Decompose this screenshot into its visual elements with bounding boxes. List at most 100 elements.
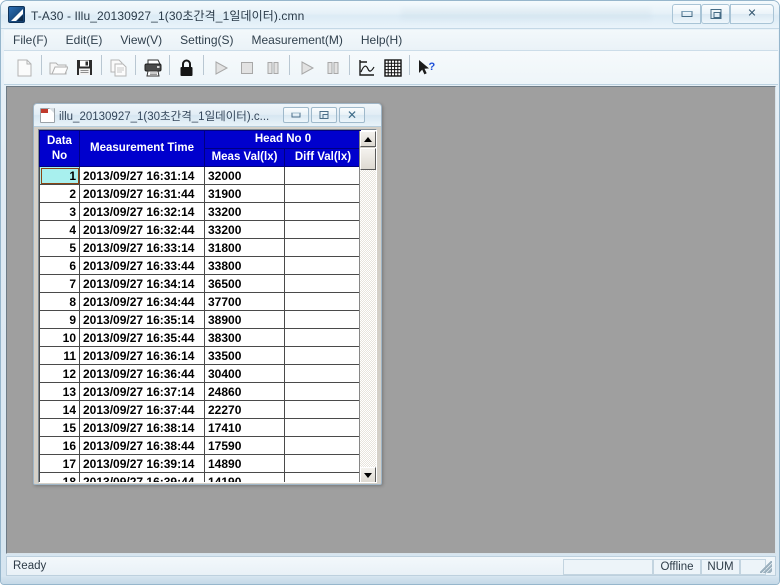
cell-diff-val[interactable]: [284, 310, 361, 329]
menu-item-file[interactable]: File(F): [4, 31, 57, 49]
cell-meas-val[interactable]: 17590: [204, 436, 285, 455]
cell-measurement-time[interactable]: 2013/09/27 16:39:14: [79, 454, 205, 473]
cell-measurement-time[interactable]: 2013/09/27 16:36:14: [79, 346, 205, 365]
cell-diff-val[interactable]: [284, 400, 361, 419]
cell-diff-val[interactable]: [284, 382, 361, 401]
child-close-button[interactable]: ✕: [339, 107, 365, 123]
cell-meas-val[interactable]: 14190: [204, 472, 285, 482]
cell-meas-val[interactable]: 31800: [204, 238, 285, 257]
child-maximize-button[interactable]: [311, 107, 337, 123]
cell-measurement-time[interactable]: 2013/09/27 16:33:44: [79, 256, 205, 275]
toolbar-start-button[interactable]: [208, 55, 233, 80]
grid-vertical-scrollbar[interactable]: [359, 131, 376, 482]
cell-measurement-time[interactable]: 2013/09/27 16:34:44: [79, 292, 205, 311]
cell-meas-val[interactable]: 24860: [204, 382, 285, 401]
menu-item-setting[interactable]: Setting(S): [171, 31, 242, 49]
app-icon[interactable]: [8, 6, 25, 23]
cell-diff-val[interactable]: [284, 292, 361, 311]
cell-meas-val[interactable]: 33200: [204, 220, 285, 239]
cell-data-no[interactable]: 3: [39, 202, 80, 221]
table-row[interactable]: 15 2013/09/27 16:38:14 17410: [39, 418, 361, 437]
cell-meas-val[interactable]: 22270: [204, 400, 285, 419]
cell-diff-val[interactable]: [284, 256, 361, 275]
toolbar-print-button[interactable]: [140, 55, 165, 80]
table-row[interactable]: 13 2013/09/27 16:37:14 24860: [39, 382, 361, 401]
cell-data-no[interactable]: 6: [39, 256, 80, 275]
cell-diff-val[interactable]: [284, 346, 361, 365]
cell-data-no[interactable]: 11: [39, 346, 80, 365]
cell-measurement-time[interactable]: 2013/09/27 16:32:14: [79, 202, 205, 221]
toolbar-pause-button[interactable]: [260, 55, 285, 80]
toolbar-table-button[interactable]: [380, 55, 405, 80]
toolbar-graph-button[interactable]: [354, 55, 379, 80]
window-close-button[interactable]: ✕: [730, 4, 774, 24]
toolbar-stop-button[interactable]: [234, 55, 259, 80]
cell-measurement-time[interactable]: 2013/09/27 16:34:14: [79, 274, 205, 293]
toolbar-help-button[interactable]: ?: [414, 55, 439, 80]
cell-meas-val[interactable]: 38300: [204, 328, 285, 347]
toolbar-save-button[interactable]: [72, 55, 97, 80]
scroll-up-button[interactable]: [360, 131, 376, 147]
cell-data-no[interactable]: 17: [39, 454, 80, 473]
table-row[interactable]: 11 2013/09/27 16:36:14 33500: [39, 346, 361, 365]
cell-data-no[interactable]: 8: [39, 292, 80, 311]
cell-data-no[interactable]: 13: [39, 382, 80, 401]
column-header-diff-val[interactable]: Diff Val(lx): [284, 148, 361, 167]
toolbar-hold-button[interactable]: [320, 55, 345, 80]
cell-meas-val[interactable]: 36500: [204, 274, 285, 293]
column-header-measurement-time[interactable]: Measurement Time: [79, 130, 205, 167]
cell-measurement-time[interactable]: 2013/09/27 16:38:14: [79, 418, 205, 437]
cell-meas-val[interactable]: 38900: [204, 310, 285, 329]
scroll-down-button[interactable]: [360, 467, 376, 482]
cell-data-no[interactable]: 16: [39, 436, 80, 455]
cell-meas-val[interactable]: 30400: [204, 364, 285, 383]
column-header-head-group[interactable]: Head No 0: [204, 130, 361, 149]
cell-meas-val[interactable]: 33500: [204, 346, 285, 365]
cell-diff-val[interactable]: [284, 184, 361, 203]
table-row[interactable]: 10 2013/09/27 16:35:44 38300: [39, 328, 361, 347]
table-row[interactable]: 6 2013/09/27 16:33:44 33800: [39, 256, 361, 275]
toolbar-open-button[interactable]: [46, 55, 71, 80]
table-row[interactable]: 16 2013/09/27 16:38:44 17590: [39, 436, 361, 455]
cell-diff-val[interactable]: [284, 328, 361, 347]
cell-data-no[interactable]: 5: [39, 238, 80, 257]
window-minimize-button[interactable]: [672, 4, 701, 24]
table-row[interactable]: 8 2013/09/27 16:34:44 37700: [39, 292, 361, 311]
cell-diff-val[interactable]: [284, 202, 361, 221]
cell-data-no[interactable]: 1: [39, 166, 80, 185]
menu-item-edit[interactable]: Edit(E): [57, 31, 112, 49]
scrollbar-thumb[interactable]: [360, 148, 376, 170]
cell-measurement-time[interactable]: 2013/09/27 16:33:14: [79, 238, 205, 257]
cell-data-no[interactable]: 18: [39, 472, 80, 482]
cell-meas-val[interactable]: 14890: [204, 454, 285, 473]
cell-data-no[interactable]: 7: [39, 274, 80, 293]
cell-measurement-time[interactable]: 2013/09/27 16:32:44: [79, 220, 205, 239]
cell-data-no[interactable]: 2: [39, 184, 80, 203]
column-header-data-no[interactable]: Data No: [39, 130, 80, 167]
cell-data-no[interactable]: 15: [39, 418, 80, 437]
cell-measurement-time[interactable]: 2013/09/27 16:36:44: [79, 364, 205, 383]
column-header-meas-val[interactable]: Meas Val(lx): [204, 148, 285, 167]
table-row[interactable]: 18 2013/09/27 16:39:44 14190: [39, 472, 361, 482]
cell-measurement-time[interactable]: 2013/09/27 16:39:44: [79, 472, 205, 482]
table-row[interactable]: 9 2013/09/27 16:35:14 38900: [39, 310, 361, 329]
toolbar-lock-button[interactable]: [174, 55, 199, 80]
cell-meas-val[interactable]: 32000: [204, 166, 285, 185]
menu-item-measurement[interactable]: Measurement(M): [243, 31, 352, 49]
cell-measurement-time[interactable]: 2013/09/27 16:31:14: [79, 166, 205, 185]
cell-measurement-time[interactable]: 2013/09/27 16:37:14: [79, 382, 205, 401]
cell-diff-val[interactable]: [284, 472, 361, 482]
cell-diff-val[interactable]: [284, 436, 361, 455]
toolbar-run-button[interactable]: [294, 55, 319, 80]
cell-measurement-time[interactable]: 2013/09/27 16:35:44: [79, 328, 205, 347]
cell-diff-val[interactable]: [284, 274, 361, 293]
cell-measurement-time[interactable]: 2013/09/27 16:37:44: [79, 400, 205, 419]
cell-diff-val[interactable]: [284, 418, 361, 437]
cell-meas-val[interactable]: 33200: [204, 202, 285, 221]
cell-data-no[interactable]: 9: [39, 310, 80, 329]
table-row[interactable]: 5 2013/09/27 16:33:14 31800: [39, 238, 361, 257]
child-minimize-button[interactable]: [283, 107, 309, 123]
cell-measurement-time[interactable]: 2013/09/27 16:38:44: [79, 436, 205, 455]
toolbar-copy-button[interactable]: [106, 55, 131, 80]
table-row[interactable]: 2 2013/09/27 16:31:44 31900: [39, 184, 361, 203]
